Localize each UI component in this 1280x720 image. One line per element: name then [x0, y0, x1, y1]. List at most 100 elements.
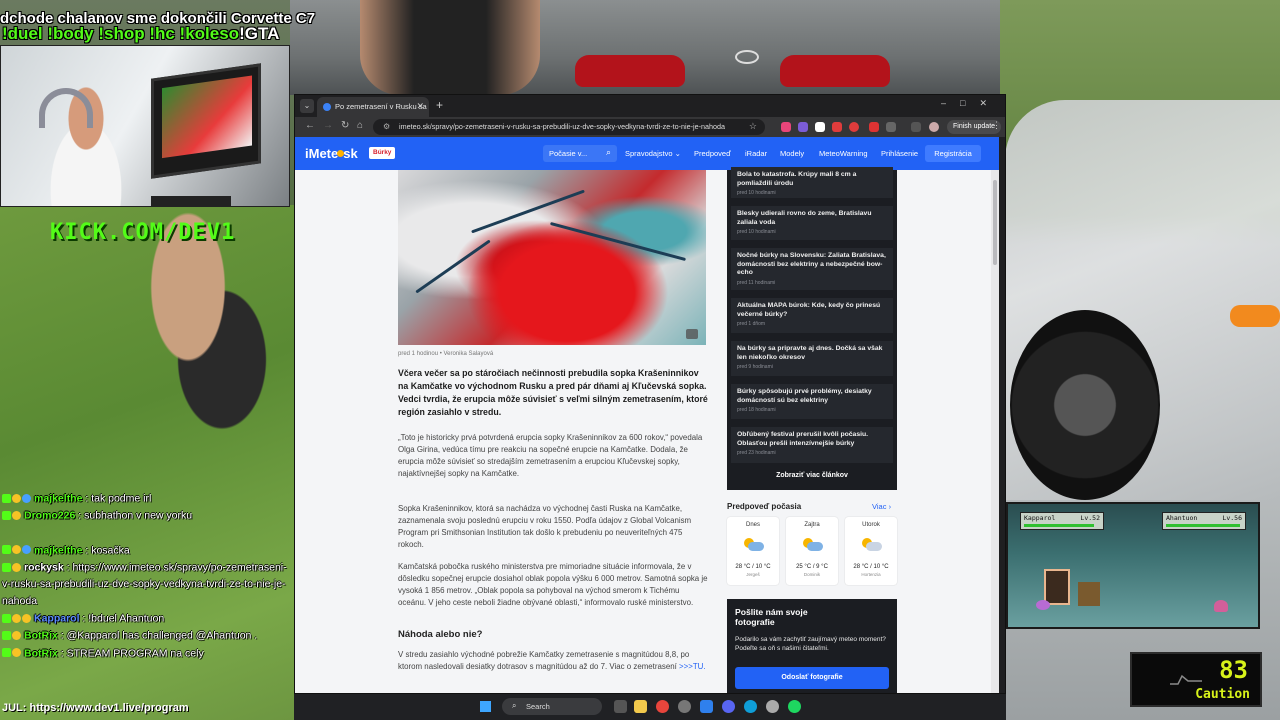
kick-channel-label: KICK.COM/DEV1 [50, 220, 236, 245]
forecast-temp: 28 °C / 10 °C [735, 564, 771, 570]
nav-predpoved[interactable]: Predpoveď [694, 149, 731, 158]
news-time: pred 1 dňom [737, 321, 766, 327]
sidebar-icon[interactable] [911, 122, 921, 132]
send-photos-button[interactable]: Odoslať fotografie [735, 667, 889, 689]
bookmark-star-icon[interactable]: ☆ [749, 121, 757, 132]
article-paragraph: „Toto je historicky prvá potvrdená erupc… [398, 433, 703, 478]
sidebar-news-item[interactable]: Na búrky sa pripravte aj dnes. Dočká sa … [731, 341, 893, 376]
location-search[interactable]: Počasie v... ⌕ [543, 145, 617, 162]
sidebar-news-item[interactable]: Blesky udierali rovno do zeme, Bratislav… [731, 206, 893, 240]
register-button[interactable]: Registrácia [925, 145, 981, 162]
sub-badge-icon [22, 613, 31, 623]
nav-iradar[interactable]: iRadar [745, 149, 767, 158]
site-info-icon[interactable]: ⚙ [383, 122, 390, 131]
maximize-icon[interactable]: □ [960, 98, 979, 108]
extensions-puzzle-icon[interactable] [886, 122, 896, 132]
extension-icon[interactable] [832, 122, 842, 132]
sidebar-news-item[interactable]: Nočné búrky na Slovensku: Zaliata Bratis… [731, 248, 893, 290]
forward-icon[interactable]: → [323, 120, 333, 131]
chat-text: : @Kapparol has challenged @Ahantuon . [57, 629, 258, 642]
search-icon[interactable]: ⌕ [606, 147, 611, 158]
chat-username[interactable]: Kapparol [34, 612, 80, 624]
extension-icon[interactable] [781, 122, 791, 132]
file-explorer-icon[interactable] [634, 700, 647, 713]
chat-badges [2, 645, 22, 662]
chat-username[interactable]: majkelthe [34, 544, 82, 556]
address-bar[interactable]: ⚙ imeteo.sk/spravy/po-zemetraseni-v-rusk… [373, 119, 765, 135]
extension-icon[interactable] [798, 122, 808, 132]
browser-tab[interactable]: Po zemetrasení v Rusku sa prebudili ✕ [317, 97, 429, 117]
sidebar-news-item[interactable]: Obľúbený festival prerušil kvôli počasiu… [731, 427, 893, 463]
news-title: Aktuálna MAPA búrok: Kde, kedy čo prines… [737, 302, 881, 318]
discord-icon[interactable] [722, 700, 735, 713]
forecast-card[interactable]: Utorok 28 °C / 10 °C Hortenzia [845, 517, 897, 585]
news-time: pred 11 hodinami [737, 279, 776, 286]
forecast-more-label: Viac [872, 502, 887, 511]
chat-username[interactable]: Dromo226 [24, 510, 75, 522]
obs-icon[interactable] [766, 700, 779, 713]
player1-hp-panel: Kapparol Lv.52 [1020, 512, 1104, 530]
partly-cloudy-icon [742, 538, 764, 552]
imeteo-logo[interactable]: iMete sk [305, 146, 358, 161]
edge-icon[interactable] [744, 700, 757, 713]
forecast-more-link[interactable]: Viac › [872, 502, 891, 511]
kick-badge-icon [2, 493, 11, 503]
app-icon[interactable] [678, 700, 691, 713]
browser-menu-icon[interactable]: ⋮ [992, 120, 1001, 131]
chat-badges [2, 627, 22, 644]
chat-message: majkelthe : kosačka [2, 542, 292, 559]
minimize-icon[interactable]: – [941, 98, 960, 108]
gift-badge-icon [22, 493, 31, 503]
sidebar-news-item[interactable]: Bola to katastrofa. Krúpy mali 8 cm a po… [731, 167, 893, 198]
send-photos-title: Pošlite nám svoje fotografie [735, 607, 808, 627]
webcam-monitor-screen [162, 75, 252, 159]
player1-name: Kapparol [1024, 514, 1056, 522]
gallery-icon[interactable] [686, 329, 698, 339]
car-badge [735, 50, 759, 64]
imeteo-page: iMete sk Búrky Počasie v... ⌕ Spravodajst… [295, 137, 999, 693]
app-icon[interactable] [700, 700, 713, 713]
page-scrollbar[interactable] [991, 170, 999, 693]
chat-username[interactable]: majkelthe [34, 492, 82, 504]
nav-modely[interactable]: Modely [780, 149, 804, 158]
nav-prihlasenie[interactable]: Prihlásenie [881, 149, 918, 158]
extension-icon[interactable] [869, 122, 879, 132]
extension-icon[interactable] [849, 122, 859, 132]
article-link[interactable]: >>>TU. [679, 662, 706, 671]
sidebar-news-item[interactable]: Búrky spôsobujú prvé problémy, desiatky … [731, 384, 893, 419]
partly-cloudy-icon [860, 538, 882, 552]
forecast-card[interactable]: Dnes 28 °C / 10 °C Jergeš [727, 517, 779, 585]
extension-icon[interactable] [815, 122, 825, 132]
nav-spravodajstvo[interactable]: Spravodajstvo ⌄ [625, 149, 681, 158]
storm-badge[interactable]: Búrky [369, 147, 396, 159]
chrome-icon[interactable] [656, 700, 669, 713]
forecast-card[interactable]: Zajtra 25 °C / 9 °C Dominik [786, 517, 838, 585]
chat-text: : subhathon v new yorku [75, 509, 193, 522]
tab-search-icon[interactable]: ⌄ [300, 99, 314, 113]
new-tab-icon[interactable]: + [436, 98, 443, 112]
show-more-articles-link[interactable]: Zobraziť viac článkov [727, 472, 897, 479]
tab-close-icon[interactable]: ✕ [416, 101, 424, 112]
windows-start-icon[interactable] [480, 701, 491, 712]
hero-detail [415, 239, 491, 294]
back-icon[interactable]: ← [305, 120, 315, 131]
kick-badge-icon [2, 631, 11, 641]
reload-icon[interactable]: ↻ [341, 120, 349, 131]
webcam-feed [0, 45, 290, 207]
player1-sprite [1044, 569, 1070, 605]
profile-avatar-icon[interactable] [929, 122, 939, 132]
chat-message: rockysk : https://www.imeteo.sk/spravy/p… [2, 559, 292, 610]
spotify-icon[interactable] [788, 700, 801, 713]
send-photos-card: Pošlite nám svoje fotografie Podarilo sa… [727, 599, 897, 693]
task-view-icon[interactable] [614, 700, 627, 713]
close-window-icon[interactable]: ✕ [979, 98, 1001, 108]
home-icon[interactable]: ⌂ [357, 120, 363, 131]
chat-username[interactable]: BotRix [24, 647, 58, 659]
chat-username[interactable]: BotRix [24, 630, 58, 642]
taskbar-search[interactable]: ⌕ Search [502, 698, 602, 715]
nav-meteowarning[interactable]: MeteoWarning [819, 149, 868, 158]
location-search-label: Počasie v... [549, 149, 588, 158]
chat-username[interactable]: rockysk [24, 561, 64, 573]
sidebar-news-item[interactable]: Aktuálna MAPA búrok: Kde, kedy čo prines… [731, 298, 893, 333]
scrollbar-thumb[interactable] [993, 180, 997, 265]
